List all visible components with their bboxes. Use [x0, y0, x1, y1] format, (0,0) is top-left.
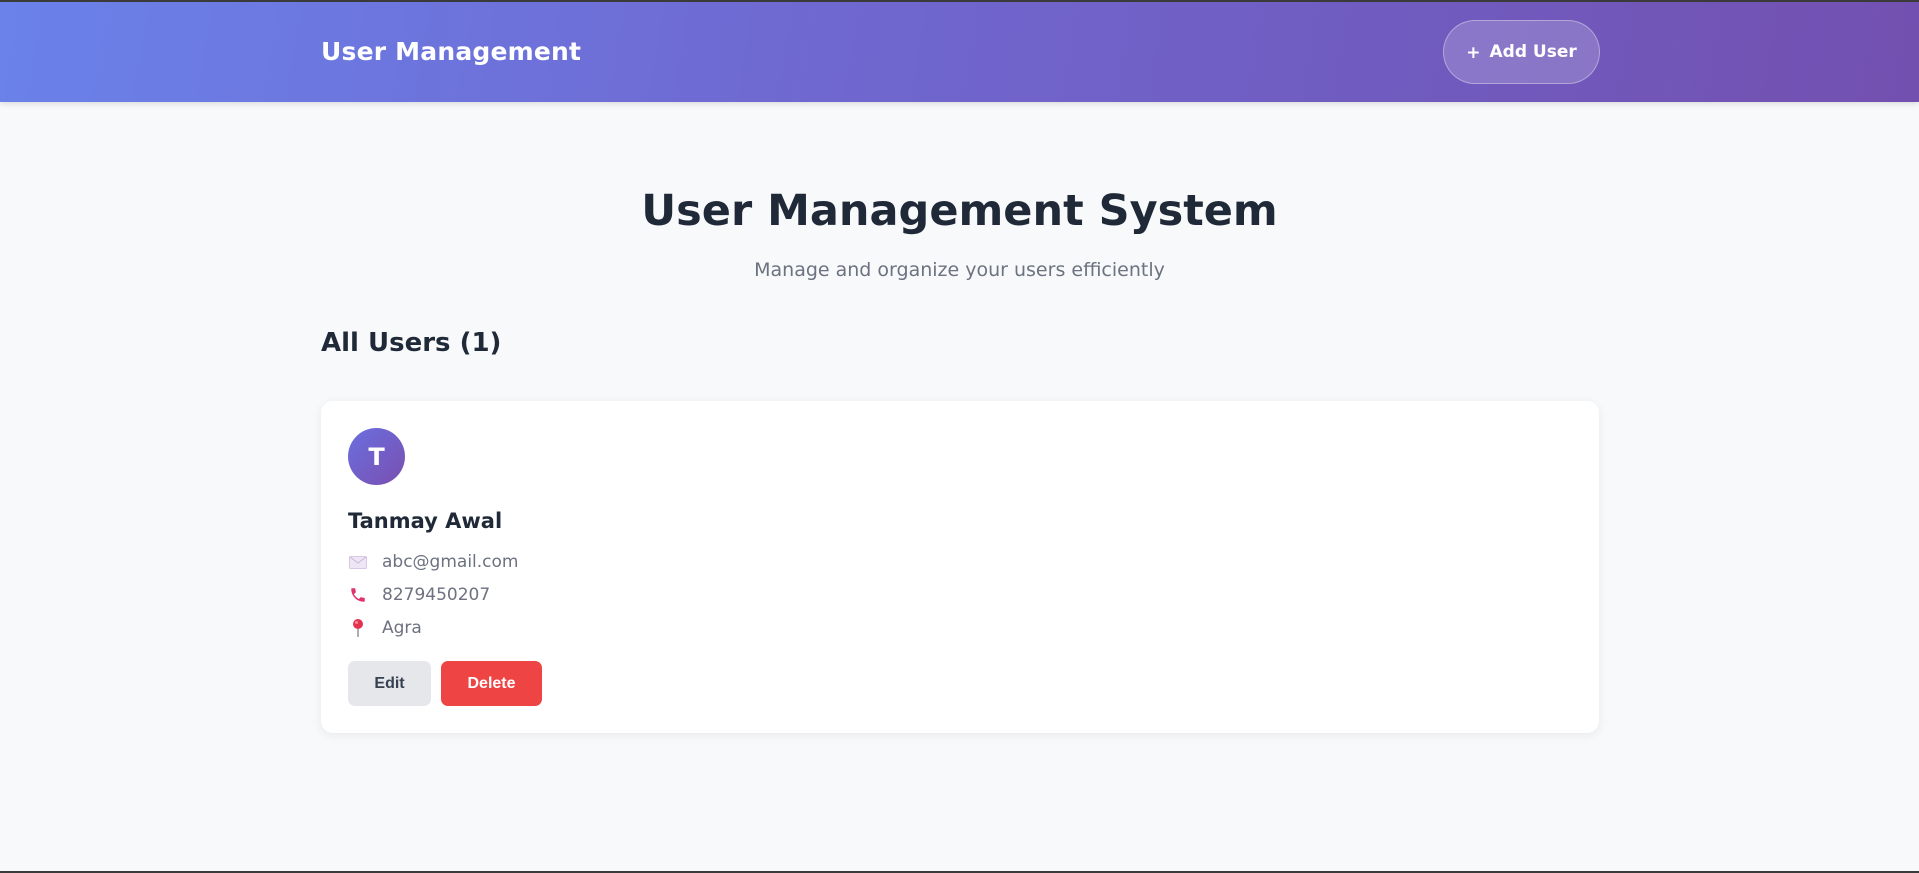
user-email-row: abc@gmail.com — [348, 552, 518, 572]
phone-icon — [348, 585, 368, 605]
delete-button[interactable]: Delete — [441, 661, 542, 706]
add-user-button[interactable]: + Add User — [1443, 20, 1600, 84]
page-subtitle: Manage and organize your users efficient… — [754, 259, 1165, 281]
user-city-row: Agra — [348, 618, 422, 638]
user-phone-row: 8279450207 — [348, 585, 490, 605]
edit-button[interactable]: Edit — [348, 661, 431, 706]
add-user-label: Add User — [1489, 42, 1577, 62]
plus-icon: + — [1466, 42, 1481, 63]
user-phone: 8279450207 — [382, 585, 491, 605]
user-email: abc@gmail.com — [382, 552, 519, 572]
brand-title: User Management — [321, 37, 582, 66]
user-city: Agra — [382, 618, 422, 638]
map-pin-icon — [348, 618, 368, 638]
user-name: Tanmay Awal — [348, 509, 503, 533]
page-title: User Management System — [641, 186, 1278, 236]
envelope-icon — [348, 552, 368, 572]
avatar: T — [348, 428, 405, 485]
navbar: User Management + Add User — [0, 0, 1919, 102]
users-section-title: All Users (1) — [321, 328, 502, 358]
user-card: T Tanmay Awal abc@gmail.com 8279450207 A… — [321, 401, 1599, 733]
